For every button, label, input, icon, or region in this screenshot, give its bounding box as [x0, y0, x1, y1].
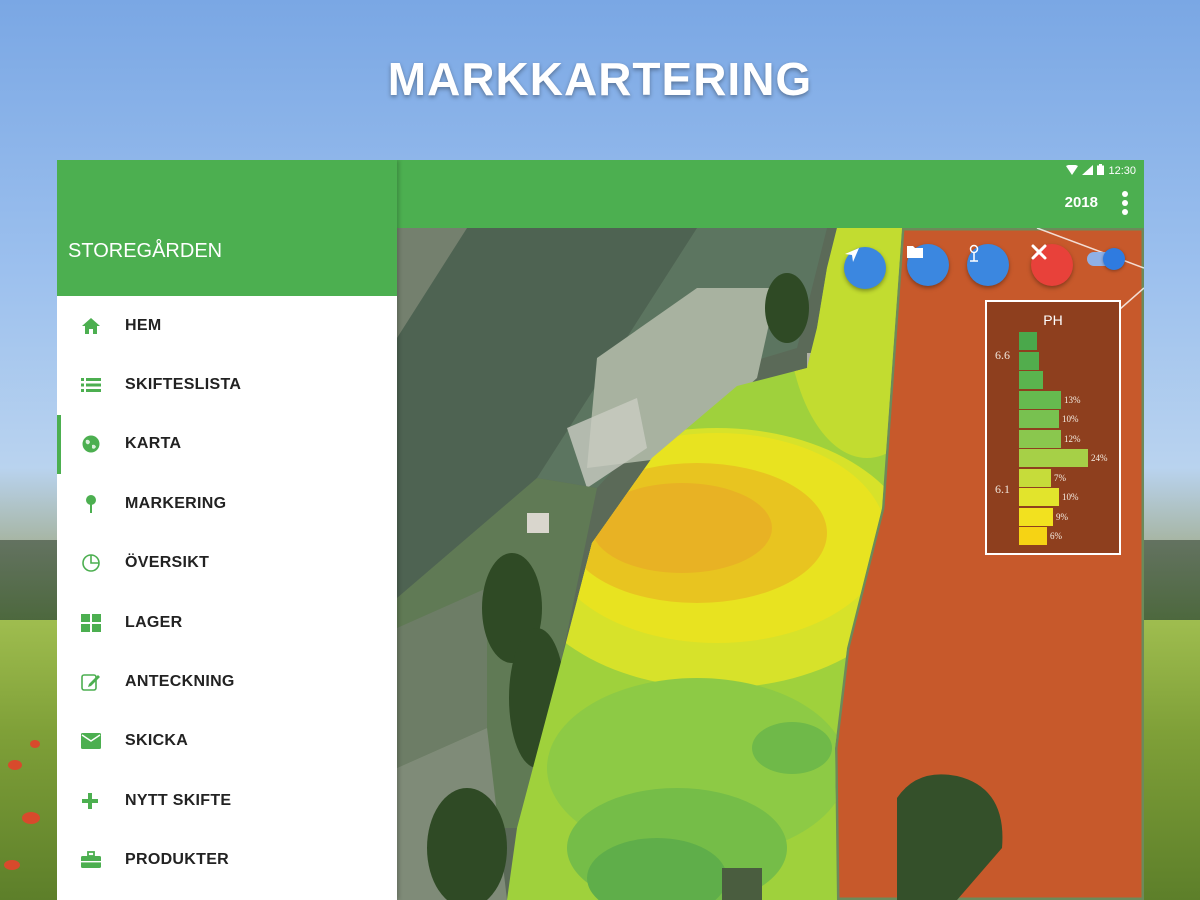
legend-tick-low: 6.1 [995, 482, 1010, 496]
legend-percent-label: 6% [1050, 531, 1062, 541]
menu-item-markering[interactable]: MARKERING [57, 474, 397, 533]
legend-bar [1019, 507, 1053, 526]
briefcase-icon [57, 851, 125, 869]
menu-item-anteckning[interactable]: ANTECKNING [57, 652, 397, 711]
menu-item-skicka[interactable]: SKICKA [57, 712, 397, 771]
tablet-screen: STOREGÅRDEN HEM SKIFTESLISTA KARTA MARKE… [57, 160, 1144, 900]
mail-icon [57, 733, 125, 750]
close-icon [1031, 244, 1047, 260]
legend-bar [1019, 410, 1059, 428]
menu-label: SKIFTESLISTA [125, 376, 242, 394]
menu-label: PRODUKTER [125, 851, 230, 869]
pin-icon [57, 494, 125, 514]
drawer-menu: HEM SKIFTESLISTA KARTA MARKERING ÖVERSIK… [57, 296, 397, 890]
ph-legend: PH 6.6 6.1 13% 10% 12% 24% 7% 10% 9% 6% [985, 300, 1121, 555]
menu-item-nytt-skifte[interactable]: NYTT SKIFTE [57, 771, 397, 830]
marker-icon [969, 244, 979, 262]
menu-label: ÖVERSIKT [125, 554, 210, 572]
menu-item-karta[interactable]: KARTA [57, 414, 397, 475]
app-bar: 12:30 2018 [397, 160, 1144, 228]
legend-percent-label: 10% [1062, 414, 1079, 424]
globe-icon [57, 434, 125, 454]
legend-bar [1019, 527, 1047, 545]
navigation-drawer: STOREGÅRDEN HEM SKIFTESLISTA KARTA MARKE… [57, 160, 397, 900]
menu-label: MARKERING [125, 494, 227, 512]
page-headline: MARKKARTERING [387, 53, 813, 105]
legend-bar [1019, 332, 1037, 350]
list-icon [57, 377, 125, 393]
legend-bar [1019, 351, 1039, 370]
legend-bar [1019, 371, 1043, 389]
folder-button[interactable] [907, 244, 949, 286]
background-poppy [4, 860, 20, 870]
menu-item-hem[interactable]: HEM [57, 296, 397, 355]
menu-label: SKICKA [125, 732, 189, 750]
legend-bar [1019, 429, 1061, 448]
background-poppy [30, 740, 40, 748]
menu-item-oversikt[interactable]: ÖVERSIKT [57, 534, 397, 593]
clock-time: 12:30 [1108, 165, 1136, 177]
map-view[interactable]: PH 6.6 6.1 13% 10% 12% 24% 7% 10% 9% 6% [397, 228, 1144, 900]
folder-icon [907, 246, 923, 258]
close-button[interactable] [1031, 244, 1073, 286]
menu-label: HEM [125, 316, 162, 334]
wifi-icon [1066, 164, 1079, 178]
legend-bar [1019, 449, 1088, 467]
legend-title: PH [1043, 312, 1063, 328]
legend-percent-label: 9% [1056, 511, 1068, 522]
legend-percent-label: 12% [1064, 433, 1081, 444]
legend-bar [1019, 468, 1051, 487]
legend-bar [1019, 488, 1059, 506]
signal-icon [1082, 164, 1094, 178]
menu-item-skifteslista[interactable]: SKIFTESLISTA [57, 355, 397, 414]
marker-button[interactable] [967, 244, 1009, 286]
locate-button[interactable] [844, 247, 886, 289]
menu-label: ANTECKNING [125, 673, 235, 691]
locate-icon [845, 248, 859, 262]
pie-chart-icon [57, 553, 125, 573]
legend-bar [1019, 390, 1061, 409]
menu-label: LAGER [125, 613, 183, 631]
legend-percent-label: 10% [1062, 492, 1079, 502]
background-poppy [8, 760, 22, 770]
edit-icon [57, 672, 125, 692]
grid-icon [57, 613, 125, 632]
menu-item-lager[interactable]: LAGER [57, 593, 397, 652]
home-icon [57, 317, 125, 335]
farm-name: STOREGÅRDEN [68, 240, 223, 262]
legend-percent-label: 24% [1091, 453, 1108, 463]
status-bar: 12:30 [1066, 164, 1136, 178]
plus-icon [57, 792, 125, 810]
background-poppy [22, 812, 40, 824]
year-selector[interactable]: 2018 [1065, 194, 1098, 211]
legend-percent-label: 13% [1064, 394, 1081, 405]
menu-label: KARTA [125, 435, 182, 453]
legend-percent-label: 7% [1054, 472, 1066, 483]
layer-toggle[interactable] [1087, 248, 1125, 270]
toggle-knob [1103, 248, 1125, 270]
legend-tick-high: 6.6 [995, 348, 1010, 362]
battery-icon [1097, 164, 1105, 178]
menu-item-produkter[interactable]: PRODUKTER [57, 831, 397, 890]
drawer-header: STOREGÅRDEN [57, 160, 397, 296]
menu-label: NYTT SKIFTE [125, 791, 232, 809]
overflow-menu-icon[interactable] [1122, 191, 1128, 215]
